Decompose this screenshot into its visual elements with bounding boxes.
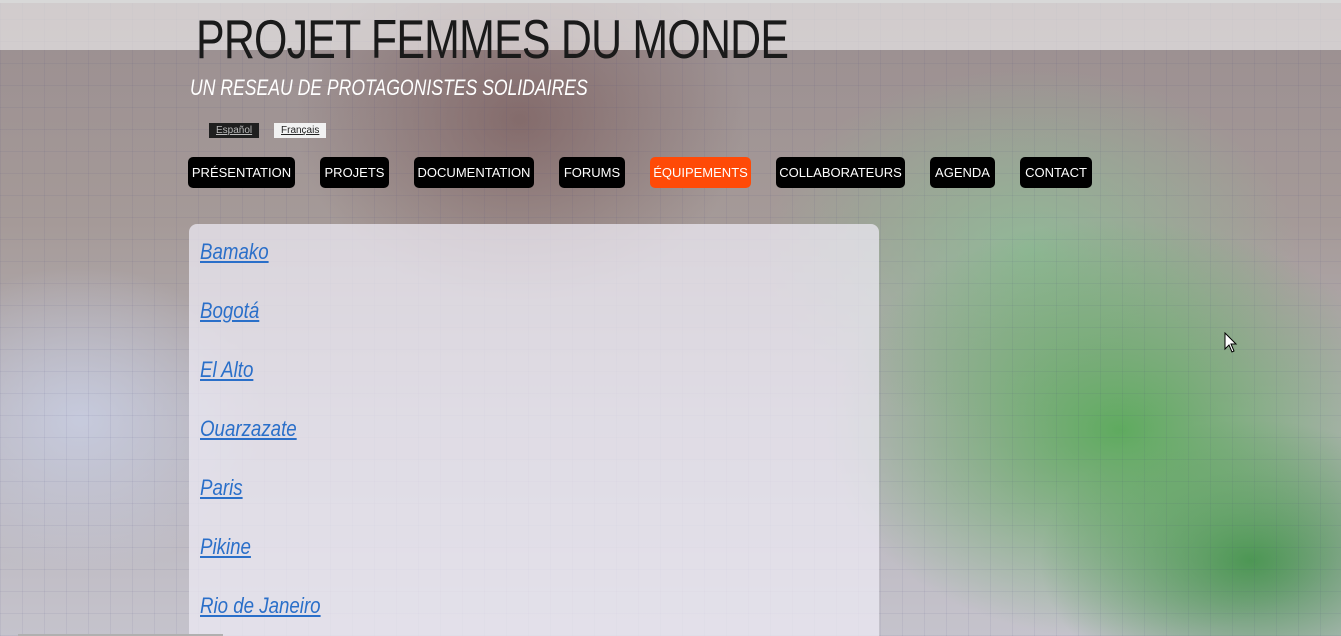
nav-contact[interactable]: CONTACT (1020, 157, 1092, 188)
language-link-francais[interactable]: Français (274, 123, 327, 138)
site-subtitle: UN RESEAU DE PROTAGONISTES SOLIDAIRES (190, 75, 588, 100)
nav-equipements[interactable]: ÉQUIPEMENTS (650, 157, 751, 188)
nav-collaborateurs[interactable]: COLLABORATEURS (776, 157, 905, 188)
city-link-ouarzazate[interactable]: Ouarzazate (200, 416, 297, 442)
site-title: PROJET FEMMES DU MONDE (196, 8, 789, 70)
nav-agenda[interactable]: AGENDA (930, 157, 995, 188)
nav-presentation[interactable]: PRÉSENTATION (188, 157, 295, 188)
city-link-rio-de-janeiro[interactable]: Rio de Janeiro (200, 593, 321, 619)
top-edge (0, 0, 1341, 3)
city-link-pikine[interactable]: Pikine (200, 534, 251, 560)
nav-documentation[interactable]: DOCUMENTATION (414, 157, 534, 188)
language-link-espanol[interactable]: Español (209, 123, 260, 138)
city-link-el-alto[interactable]: El Alto (200, 357, 253, 383)
city-link-bogota[interactable]: Bogotá (200, 298, 259, 324)
mouse-pointer-icon (1224, 332, 1238, 353)
nav-projets[interactable]: PROJETS (320, 157, 389, 188)
nav-forums[interactable]: FORUMS (559, 157, 625, 188)
city-link-bamako[interactable]: Bamako (200, 239, 269, 265)
city-link-paris[interactable]: Paris (200, 475, 243, 501)
